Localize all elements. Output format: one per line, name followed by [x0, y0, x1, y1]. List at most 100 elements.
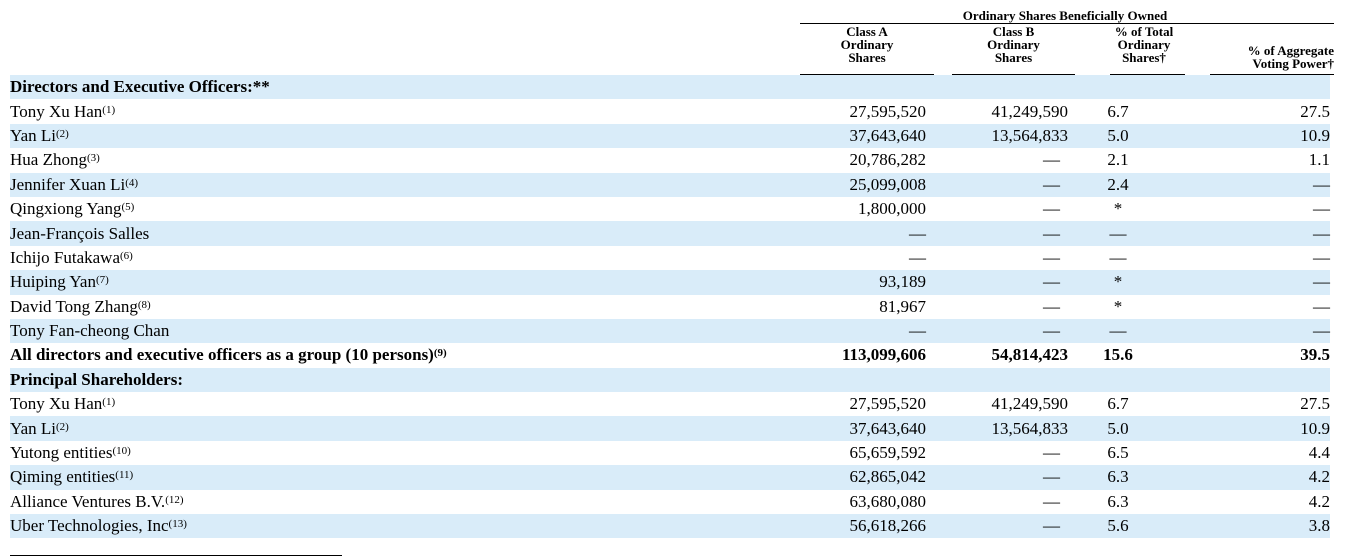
holder-name: Jennifer Xuan Li: [10, 174, 126, 194]
footnote-ref: (10): [112, 445, 131, 458]
table-row: Ichijo Futakawa(6) — — — —: [10, 246, 1330, 270]
pct-voting-power-cell: 3.8: [1168, 514, 1330, 539]
holder-name-cell: Uber Technologies, Inc(13): [10, 514, 800, 539]
pct-voting-power-cell: —: [1168, 318, 1330, 344]
footnote-ref: (1): [102, 396, 116, 409]
pct-voting-power-cell: —: [1168, 221, 1330, 246]
holder-name-cell: Huiping Yan(7): [10, 270, 800, 295]
class-a-shares-cell: —: [800, 221, 926, 246]
class-b-shares-cell: —: [926, 465, 1068, 490]
footnote-ref: (2): [55, 420, 69, 433]
section-header-row: Principal Shareholders:: [10, 367, 1330, 393]
holder-name: Qiming entities: [10, 467, 116, 487]
footnote-ref: (12): [165, 493, 184, 506]
header-pct-voting: % of Aggregate Voting Power†: [1208, 44, 1334, 70]
table-row: Yutong entities(10) 65,659,592 — 6.5 4.4: [10, 441, 1330, 465]
class-b-shares-cell: 41,249,590: [991, 101, 1069, 121]
class-a-shares-cell: —: [800, 318, 926, 344]
pct-total-shares-cell: 5.0: [1068, 123, 1168, 149]
pct-total-shares-cell: [1068, 75, 1168, 100]
table-row: Qingxiong Yang(5) 1,800,000 — * —: [10, 197, 1330, 221]
pct-total-shares-cell: [1068, 367, 1168, 393]
holder-name-cell: Tony Xu Han(1): [10, 392, 800, 416]
class-a-shares-cell: 27,595,520: [849, 101, 927, 121]
holder-name-cell: Principal Shareholders:: [10, 367, 800, 393]
pct-total-shares-cell: *: [1113, 296, 1123, 316]
holder-name: Principal Shareholders:: [10, 369, 183, 389]
header-pct-total-line3: Shares†: [1122, 50, 1166, 65]
footnote-rule: [10, 555, 342, 556]
pct-voting-power-cell: [1168, 75, 1330, 100]
pct-total-shares-cell: 2.1: [1107, 150, 1129, 170]
holder-name-cell: David Tong Zhang(8): [10, 295, 800, 319]
holder-name: Uber Technologies, Inc: [10, 516, 169, 536]
class-b-shares-cell: —: [1043, 491, 1060, 511]
table-row: Tony Fan-cheong Chan — — — —: [10, 318, 1330, 344]
footnote-ref: (2): [55, 127, 69, 140]
holder-name-cell: Tony Fan-cheong Chan: [10, 318, 800, 344]
holder-name-cell: All directors and executive officers as …: [10, 343, 800, 367]
class-b-shares-cell: —: [926, 172, 1068, 197]
holder-name: Huiping Yan: [10, 272, 96, 292]
class-a-shares-cell: [800, 367, 926, 393]
pct-total-shares-cell: *: [1113, 199, 1123, 219]
footnote-ref: (9): [433, 347, 447, 360]
table-row: Qiming entities(11) 62,865,042—6.3 4.2: [10, 465, 1330, 490]
header-class-a-line3: Shares: [848, 50, 886, 65]
pct-total-shares-cell: 15.6: [1103, 345, 1133, 365]
pct-voting-power-cell: —: [1168, 270, 1330, 295]
holder-name-cell: Jean-François Salles: [10, 221, 800, 246]
class-a-shares-cell: 27,595,520: [849, 394, 927, 414]
class-b-shares-cell: —: [1043, 247, 1060, 267]
class-a-shares-cell: 93,189: [800, 270, 926, 295]
pct-total-shares-cell: —: [1109, 247, 1127, 267]
pct-voting-power-cell: —: [1313, 247, 1330, 267]
class-a-shares-cell: 56,618,266: [800, 514, 926, 539]
table-row: David Tong Zhang(8) 81,967 — * —: [10, 295, 1330, 319]
class-b-shares-cell: [926, 367, 1068, 393]
pct-voting-power-cell: 4.2: [1308, 491, 1330, 511]
table-row: Tony Xu Han(1) 27,595,520 41,249,590 6.7 27.…: [10, 392, 1330, 416]
pct-total-shares-cell: —: [1068, 221, 1168, 246]
pct-total-shares-cell: 6.7: [1107, 394, 1129, 414]
holder-name-cell: Hua Zhong(3): [10, 148, 800, 172]
table-row: Uber Technologies, Inc(13) 56,618,266—5.6…: [10, 514, 1330, 539]
table-row: Jean-François Salles — — — —: [10, 221, 1330, 246]
super-header: Ordinary Shares Beneficially Owned: [962, 8, 1168, 23]
holder-name: Hua Zhong: [10, 150, 87, 170]
pct-voting-power-cell: 4.4: [1308, 443, 1330, 463]
holder-name: Tony Fan-cheong Chan: [10, 321, 170, 341]
holder-name: Ichijo Futakawa: [10, 247, 120, 267]
footnote-ref: (6): [120, 249, 133, 262]
class-a-shares-cell: 37,643,640: [800, 416, 926, 441]
holder-name-cell: Yutong entities(10): [10, 441, 800, 465]
pct-voting-power-cell: 39.5: [1300, 345, 1330, 365]
class-a-shares-cell: —: [909, 247, 926, 267]
holder-name: Tony Xu Han: [10, 101, 103, 121]
class-a-shares-cell: 62,865,042: [800, 465, 926, 490]
table-row: Hua Zhong(3) 20,786,282 — 2.1 1.1: [10, 148, 1330, 172]
pct-total-shares-cell: —: [1068, 318, 1168, 344]
pct-voting-power-cell: 10.9: [1168, 123, 1330, 149]
pct-total-shares-cell: 6.7: [1107, 101, 1129, 121]
section-header-row: Directors and Executive Officers:**: [10, 75, 1330, 100]
table-row: Alliance Ventures B.V.(12) 63,680,080 — 6.3…: [10, 490, 1330, 514]
header-class-b: Class B Ordinary Shares: [952, 25, 1075, 64]
pct-total-shares-cell: 2.4: [1068, 172, 1168, 197]
pct-total-shares-cell: 5.6: [1068, 514, 1168, 539]
holder-name-cell: Jennifer Xuan Li(4): [10, 172, 800, 197]
pct-voting-power-cell: 1.1: [1308, 150, 1330, 170]
group-total-row: All directors and executive officers as …: [10, 343, 1330, 367]
pct-total-shares-cell: 6.5: [1107, 443, 1129, 463]
table-row: Huiping Yan(7) 93,189— * —: [10, 270, 1330, 295]
class-a-shares-cell: 20,786,282: [849, 150, 927, 170]
table-row: Tony Xu Han(1) 27,595,520 41,249,590 6.7 27.…: [10, 99, 1330, 123]
class-b-shares-cell: 13,564,833: [926, 416, 1068, 441]
class-a-shares-cell: 37,643,640: [800, 123, 926, 149]
pct-voting-power-cell: [1168, 367, 1330, 393]
class-a-shares-cell: 81,967: [879, 296, 926, 316]
holder-name-cell: Alliance Ventures B.V.(12): [10, 490, 800, 514]
class-b-shares-cell: 13,564,833: [926, 123, 1068, 149]
class-b-shares-cell: —: [926, 221, 1068, 246]
class-b-shares-cell: —: [1043, 443, 1060, 463]
